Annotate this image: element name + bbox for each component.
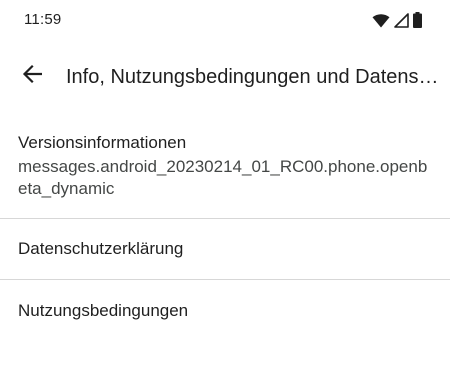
privacy-policy-title: Datenschutzerklärung: [18, 239, 184, 258]
privacy-policy-item[interactable]: Datenschutzerklärung: [0, 219, 450, 280]
version-info-title: Versionsinformationen: [18, 133, 187, 152]
battery-icon: [413, 12, 422, 28]
terms-of-service-item[interactable]: Nutzungsbedingungen: [0, 280, 450, 341]
status-icons: [372, 11, 422, 29]
status-time: 11:59: [24, 11, 62, 28]
signal-icon: [394, 12, 409, 28]
page-title: Info, Nutzungsbedingungen und Datenschut…: [66, 66, 444, 88]
status-bar: 11:59: [0, 0, 450, 40]
preference-list: Versionsinformationen messages.android_2…: [0, 112, 450, 341]
terms-of-service-title: Nutzungsbedingungen: [18, 300, 189, 320]
app-bar: Info, Nutzungsbedingungen und Datenschut…: [0, 40, 450, 112]
wifi-icon: [372, 13, 390, 28]
version-info-summary: messages.android_20230214_01_RC00.phone.…: [18, 157, 428, 198]
arrow-back-icon: [22, 64, 43, 89]
back-button[interactable]: [12, 52, 52, 100]
version-info-item[interactable]: Versionsinformationen messages.android_2…: [0, 112, 450, 219]
